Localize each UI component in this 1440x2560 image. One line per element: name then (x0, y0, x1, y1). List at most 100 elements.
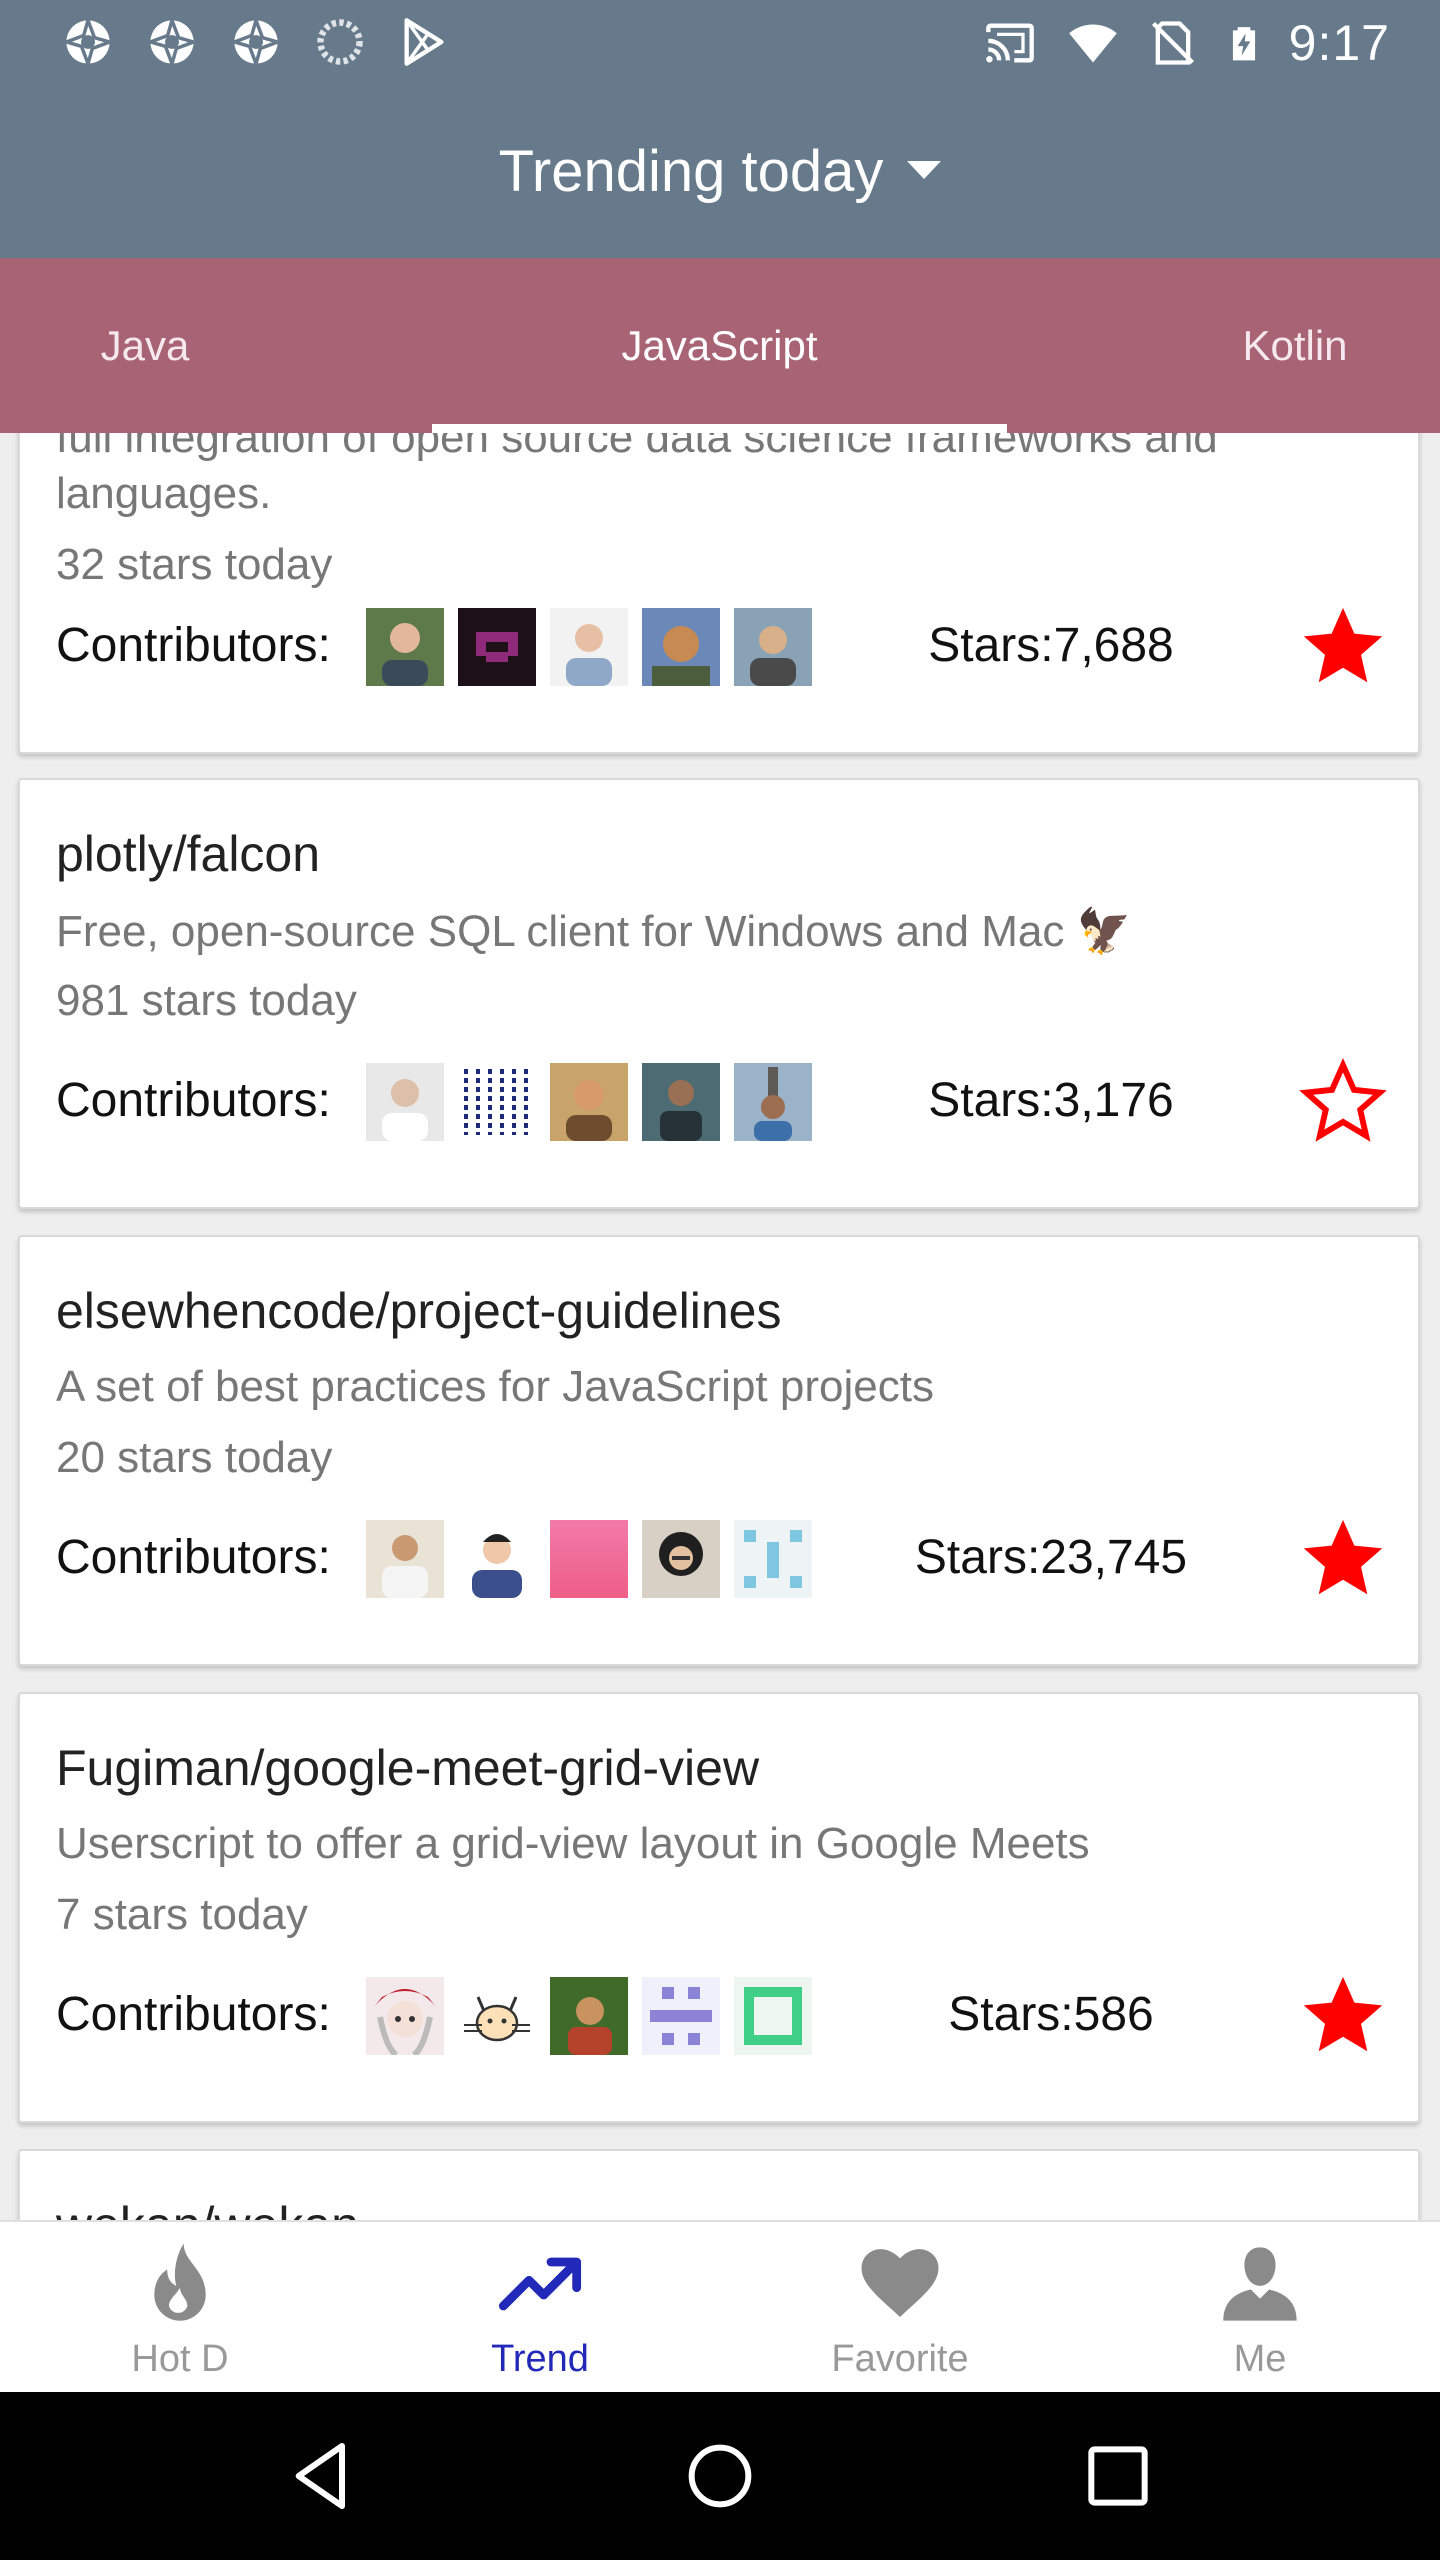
repo-name[interactable]: Fugiman/google-meet-grid-view (56, 1739, 759, 1797)
contributors-row: Contributors: Stars:7,688 (56, 607, 1386, 686)
repo-card[interactable]: wekan/wekan (18, 2149, 1420, 2220)
contributor-avatar[interactable] (642, 1977, 720, 2055)
contributors-label: Contributors: (56, 1988, 331, 2041)
flame-icon (154, 2243, 206, 2321)
repo-name[interactable]: elsewhencode/project-guidelines (56, 1282, 781, 1340)
status-time: 9:17 (1288, 15, 1390, 71)
page-title: Trending today (498, 138, 884, 204)
trending-up-icon (498, 2257, 582, 2311)
repo-description: full integration of open source data sci… (56, 433, 1218, 462)
contributor-avatar[interactable] (642, 1063, 720, 1141)
active-tab-indicator (432, 424, 1007, 433)
nav-label: Hot D (131, 2338, 229, 2380)
star-filled-icon[interactable] (1296, 1969, 1390, 2063)
repo-description: languages. (56, 469, 272, 518)
tab-javascript[interactable]: JavaScript (432, 258, 1007, 433)
contributor-avatars (366, 1520, 812, 1598)
app-bar: Trending today (0, 84, 1440, 258)
contributor-avatar[interactable] (366, 1520, 444, 1598)
contributor-avatar[interactable] (458, 1520, 536, 1598)
aperture-icon (233, 19, 279, 65)
heart-icon (861, 2249, 939, 2317)
contributor-avatar[interactable] (366, 1977, 444, 2055)
cast-icon (985, 23, 1034, 63)
contributor-avatar[interactable] (642, 608, 720, 686)
star-filled-icon[interactable] (1296, 600, 1390, 694)
total-stars: Stars:23,745 (914, 1531, 1188, 1584)
star-filled-icon[interactable] (1296, 1512, 1390, 1606)
contributor-avatar[interactable] (458, 608, 536, 686)
system-status-icons: 9:17 (981, 14, 1390, 72)
play-store-icon (404, 18, 444, 66)
status-bar: 9:17 (0, 0, 1440, 84)
contributor-avatars (366, 608, 812, 686)
wifi-icon (1068, 24, 1117, 63)
contributor-avatar[interactable] (550, 608, 628, 686)
nav-label: Me (1233, 2338, 1287, 2380)
contributor-avatar[interactable] (734, 1063, 812, 1141)
contributors-label: Contributors: (56, 619, 331, 672)
aperture-icon (149, 19, 195, 65)
contributor-avatar[interactable] (458, 1063, 536, 1141)
repo-card[interactable]: Fugiman/google-meet-grid-view Userscript… (18, 1692, 1420, 2123)
dropdown-arrow-icon (907, 161, 942, 179)
loading-spinner-icon (317, 19, 363, 65)
nav-label: Favorite (831, 2338, 969, 2380)
person-icon (1223, 2247, 1297, 2321)
nav-label: Trend (491, 2338, 589, 2380)
notification-icons (62, 16, 450, 68)
contributor-avatar[interactable] (366, 608, 444, 686)
repo-stars-today: 32 stars today (56, 540, 333, 589)
contributor-avatar[interactable] (734, 1977, 812, 2055)
contributor-avatar[interactable] (734, 1520, 812, 1598)
back-icon[interactable] (282, 2436, 362, 2516)
system-navigation-bar (0, 2392, 1440, 2560)
repo-description: Free, open-source SQL client for Windows… (56, 907, 1132, 956)
total-stars: Stars:586 (948, 1988, 1154, 2041)
contributor-avatar[interactable] (366, 1063, 444, 1141)
contributor-avatars (366, 1063, 812, 1141)
tab-label: Kotlin (1242, 321, 1348, 369)
repo-card[interactable]: elsewhencode/project-guidelines A set of… (18, 1235, 1420, 1666)
repo-name[interactable]: wekan/wekan (56, 2196, 359, 2220)
repo-card[interactable]: full integration of open source data sci… (18, 433, 1420, 754)
tab-java[interactable]: Java (0, 258, 290, 433)
aperture-icon (65, 19, 111, 65)
tab-label: Java (100, 321, 190, 369)
language-tabs: Java JavaScript Kotlin (0, 258, 1440, 433)
bottom-navigation: Hot D Trend Favorite Me (0, 2220, 1440, 2392)
home-icon[interactable] (680, 2436, 760, 2516)
recents-icon[interactable] (1078, 2436, 1158, 2516)
repo-stars-today: 981 stars today (56, 976, 357, 1025)
repo-card[interactable]: plotly/falcon Free, open-source SQL clie… (18, 778, 1420, 1209)
contributor-avatar[interactable] (734, 608, 812, 686)
contributor-avatar[interactable] (642, 1520, 720, 1598)
nav-trend[interactable]: Trend (360, 2222, 720, 2392)
nav-hot[interactable]: Hot D (0, 2222, 360, 2392)
nav-favorite[interactable]: Favorite (720, 2222, 1080, 2392)
contributors-row: Contributors: Stars:3,176 (56, 1057, 1387, 1142)
repo-stars-today: 7 stars today (56, 1890, 308, 1939)
repo-name[interactable]: plotly/falcon (56, 825, 320, 883)
trending-period-dropdown[interactable]: Trending today (499, 138, 942, 205)
tab-kotlin[interactable]: Kotlin (1150, 258, 1440, 433)
repo-description: Userscript to offer a grid-view layout i… (56, 1819, 1090, 1868)
star-outline-icon[interactable] (1296, 1055, 1390, 1149)
contributor-avatar[interactable] (550, 1977, 628, 2055)
contributors-label: Contributors: (56, 1531, 331, 1584)
contributor-avatar[interactable] (550, 1520, 628, 1598)
nav-me[interactable]: Me (1080, 2222, 1440, 2392)
contributors-row: Contributors: Stars:23,745 (56, 1519, 1386, 1598)
contributor-avatars (366, 1977, 812, 2055)
tab-label: JavaScript (621, 321, 818, 369)
total-stars: Stars:7,688 (928, 619, 1174, 672)
contributor-avatar[interactable] (550, 1063, 628, 1141)
battery-charging-icon (1232, 27, 1255, 61)
total-stars: Stars:3,176 (928, 1074, 1174, 1127)
no-sim-icon (1151, 21, 1194, 65)
contributor-avatar[interactable] (458, 1977, 536, 2055)
repo-stars-today: 20 stars today (56, 1433, 333, 1482)
repo-description: A set of best practices for JavaScript p… (56, 1362, 934, 1411)
repo-list[interactable]: full integration of open source data sci… (0, 433, 1440, 2220)
contributors-row: Contributors: Stars:586 (56, 1976, 1386, 2055)
